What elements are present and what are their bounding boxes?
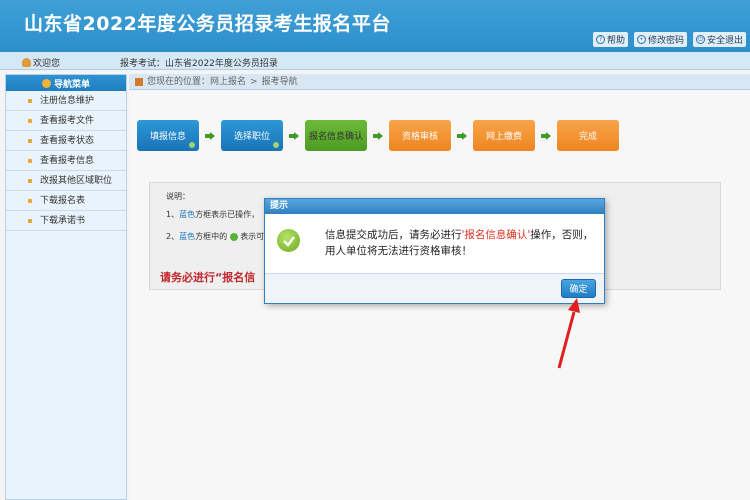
sidebar-item-exam-documents[interactable]: 查看报考文件 [6,111,126,131]
step-label: 资格审核 [401,132,438,142]
line-number: 1、 [166,210,180,219]
message-before: 信息提交成功后，请务必进行 [325,229,462,241]
person-icon [22,58,31,67]
blue-word: 蓝色 [179,232,196,241]
sidebar-heading: 导航菜单 [6,75,126,91]
success-check-icon [277,229,300,252]
line-number: 2、 [166,232,180,241]
line-text-tail: 表示可 [240,232,265,241]
breadcrumb-prefix: 您现在的位置：网上报名 [147,76,247,87]
dialog-message: 信息提交成功后，请务必进行'报名信息确认'操作，否则，用人单位将无法进行资格审核… [325,227,595,259]
instruction-line-1: 1、蓝色方框表示已操作， [166,209,259,220]
welcome: 欢迎您 [22,56,60,69]
instructions-heading: 说明： [166,192,190,201]
welcome-text: 欢迎您 [33,59,61,69]
home-icon [135,77,143,86]
arrow-right-icon [205,131,215,140]
top-links: ? 帮助 • 修改密码 ⏻ 安全退出 [592,32,746,47]
sidebar-item-download-pledge[interactable]: 下载承诺书 [6,211,126,231]
breadcrumb-separator: > [250,76,258,87]
instruction-line-2: 2、蓝色方框中的 表示可 [166,231,264,242]
annotation-arrow-icon [557,298,580,369]
check-icon [229,232,238,241]
sidebar-item-change-region-position[interactable]: 改报其他区域职位 [6,171,126,191]
step-label: 选择职位 [233,132,270,142]
step-confirm-info[interactable]: 报名信息确认 [305,120,367,151]
help-link[interactable]: ? 帮助 [592,32,628,47]
breadcrumb-current: 报考导航 [261,76,298,87]
step-qualification-review[interactable]: 资格审核 [389,120,451,151]
step-flow: 填报信息 选择职位 报名信息确认 资格审核 网上缴费 完成 [137,120,619,151]
step-complete[interactable]: 完成 [557,120,619,151]
step-label: 报名信息确认 [308,132,363,142]
step-label: 完成 [578,132,597,142]
arrow-right-icon [289,131,299,140]
warning-text: 请务必进行“报名信 [160,271,256,284]
help-icon: ? [595,35,605,44]
blue-word: 蓝色 [179,210,196,219]
step-label: 网上缴费 [485,132,522,142]
line-text: 方框中的 [195,232,228,241]
line-text: 方框表示已操作， [195,210,260,219]
sidebar-item-download-form[interactable]: 下载报名表 [6,191,126,211]
exam-name: 报考考试：山东省2022年度公务员招录 [120,59,278,69]
check-icon [189,142,195,148]
logout-label: 安全退出 [706,36,743,46]
breadcrumb: 您现在的位置：网上报名 > 报考导航 [129,74,750,90]
step-online-payment[interactable]: 网上缴费 [473,120,535,151]
dialog-title: 提示 [265,199,604,214]
sidebar-heading-label: 导航菜单 [53,79,90,90]
sidebar-item-registration-info[interactable]: 注册信息维护 [6,91,126,111]
sidebar: 导航菜单 注册信息维护 查看报考文件 查看报考状态 查看报考信息 改报其他区域职… [5,74,127,500]
step-fill-info[interactable]: 填报信息 [137,120,199,151]
arrow-right-icon [457,131,467,140]
help-label: 帮助 [606,36,625,46]
arrow-right-icon [373,131,383,140]
user-bar: 欢迎您 报考考试：山东省2022年度公务员招录 [0,52,750,70]
sidebar-menu: 注册信息维护 查看报考文件 查看报考状态 查看报考信息 改报其他区域职位 下载报… [6,91,126,231]
prompt-dialog: 提示 信息提交成功后，请务必进行'报名信息确认'操作，否则，用人单位将无法进行资… [264,198,605,304]
arrow-right-icon [541,131,551,140]
dialog-body: 信息提交成功后，请务必进行'报名信息确认'操作，否则，用人单位将无法进行资格审核… [265,215,604,273]
power-icon: ⏻ [695,35,705,44]
logout-link[interactable]: ⏻ 安全退出 [692,32,746,47]
app-title: 山东省2022年度公务员招录考生报名平台 [24,13,391,35]
step-label: 填报信息 [149,132,186,142]
app-header: 山东省2022年度公务员招录考生报名平台 ? 帮助 • 修改密码 ⏻ 安全退出 [0,0,750,52]
key-icon: • [636,35,646,44]
change-password-link[interactable]: • 修改密码 [633,32,687,47]
change-password-label: 修改密码 [647,36,684,46]
step-choose-position[interactable]: 选择职位 [221,120,283,151]
sidebar-item-application-info[interactable]: 查看报考信息 [6,151,126,171]
star-icon [41,78,51,88]
check-icon [273,142,279,148]
sidebar-item-application-status[interactable]: 查看报考状态 [6,131,126,151]
message-highlight: '报名信息确认' [461,229,531,241]
